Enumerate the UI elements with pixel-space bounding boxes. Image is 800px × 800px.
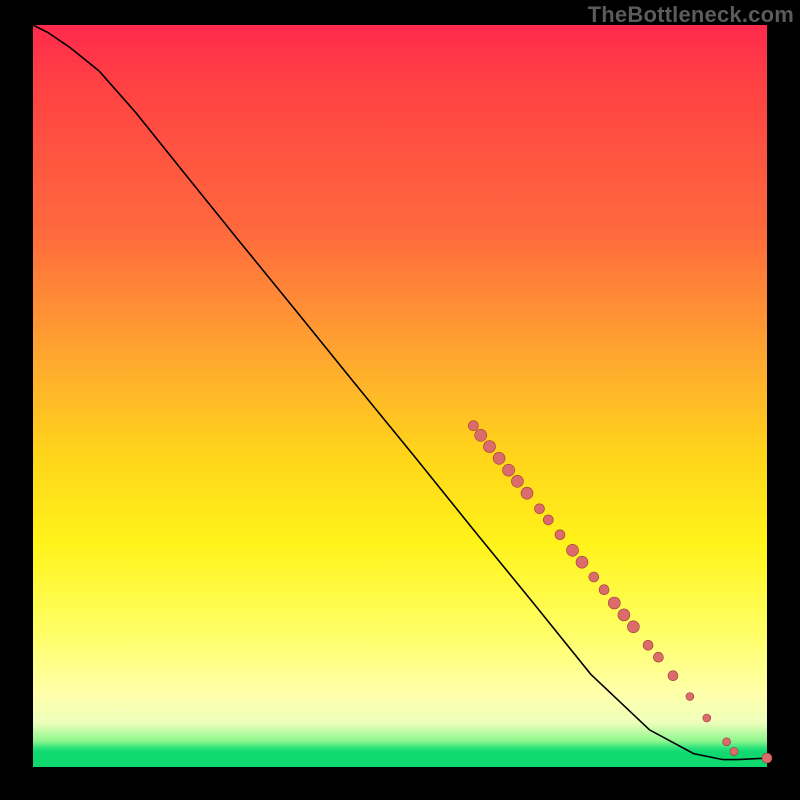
data-marker xyxy=(543,515,553,525)
data-marker xyxy=(627,621,639,633)
data-marker xyxy=(653,652,663,662)
data-marker xyxy=(686,693,694,701)
watermark-text: TheBottleneck.com xyxy=(588,2,794,28)
data-marker xyxy=(576,556,588,568)
data-marker xyxy=(723,738,731,746)
data-marker xyxy=(762,753,772,763)
data-marker xyxy=(703,714,711,722)
data-marker xyxy=(493,452,505,464)
chart-overlay xyxy=(33,25,767,767)
data-marker xyxy=(475,429,487,441)
data-marker xyxy=(511,475,523,487)
data-marker xyxy=(643,640,653,650)
data-marker xyxy=(730,747,738,755)
data-marker xyxy=(484,441,496,453)
data-marker xyxy=(468,421,478,431)
marker-group xyxy=(468,421,772,763)
data-marker xyxy=(567,544,579,556)
data-marker xyxy=(555,530,565,540)
data-marker xyxy=(535,504,545,514)
data-marker xyxy=(608,597,620,609)
data-marker xyxy=(521,487,533,499)
data-marker xyxy=(503,464,515,476)
chart-stage: TheBottleneck.com xyxy=(0,0,800,800)
data-marker xyxy=(589,572,599,582)
data-marker xyxy=(668,671,678,681)
bottleneck-curve xyxy=(33,25,767,760)
data-marker xyxy=(618,609,630,621)
data-marker xyxy=(599,585,609,595)
